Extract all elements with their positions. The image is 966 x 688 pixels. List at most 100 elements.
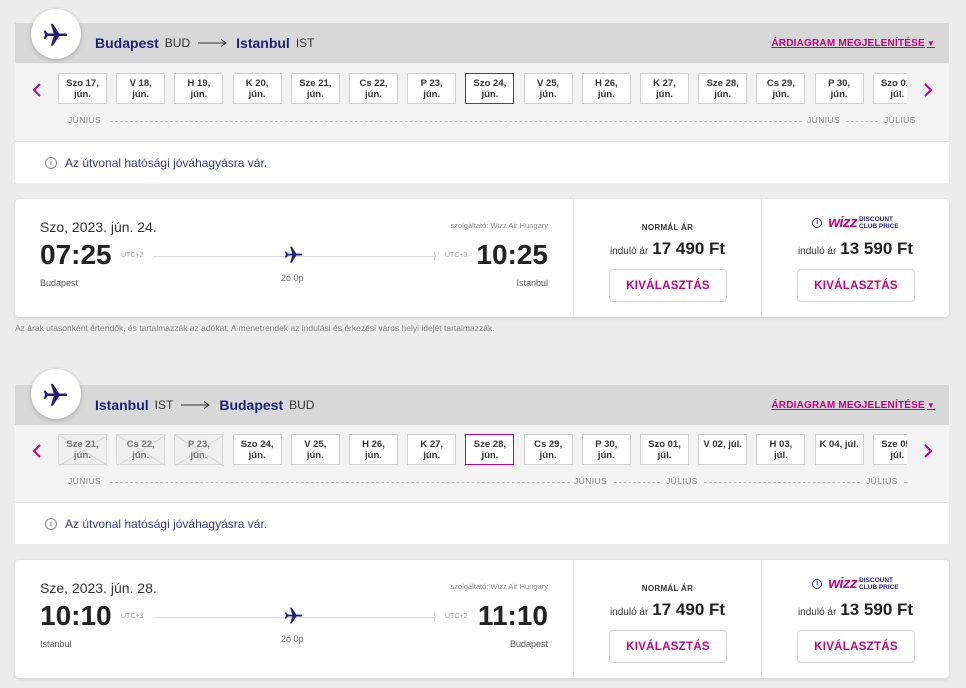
date-day: H 26, xyxy=(594,78,618,89)
date-option[interactable]: H 26, jún. xyxy=(349,434,398,465)
from-label: induló ár xyxy=(797,607,837,618)
plane-icon xyxy=(43,383,68,406)
date-option[interactable]: Szo 24, jún. xyxy=(232,434,282,465)
date-option[interactable]: Sze 21, jún. xyxy=(290,73,340,104)
date-option[interactable]: H 26, jún. xyxy=(581,73,631,104)
month-label: JÚNIUS xyxy=(574,476,608,486)
date-option[interactable]: P 30, jún. xyxy=(581,434,631,465)
select-normal-fare-button[interactable]: KIVÁLASZTÁS xyxy=(609,269,727,302)
info-icon: i xyxy=(45,517,57,530)
date-month: jún. xyxy=(365,450,382,461)
return-next-dates-button[interactable] xyxy=(918,437,938,465)
date-option[interactable]: Sze 05,júl. xyxy=(872,434,907,465)
month-divider xyxy=(110,482,570,483)
return-to-code: BUD xyxy=(289,398,315,412)
month-label: JÚLIUS xyxy=(866,476,898,486)
date-day: H 19, xyxy=(187,78,211,89)
select-club-fare-button[interactable]: KIVÁLASZTÁS xyxy=(797,630,915,663)
date-option[interactable]: V 18, jún. xyxy=(116,73,166,104)
date-month: júl. xyxy=(890,450,905,461)
return-date-strip: Sze 21, jún. Cs 22, jún. P 23, jún. Szo 24, jún… xyxy=(15,425,949,502)
month-label: JÚNIUS xyxy=(68,476,102,486)
notice-text: Az útvonal hatósági jóváhagyásra vár. xyxy=(65,155,268,170)
departure-city: Istanbul xyxy=(40,639,72,649)
date-option[interactable]: V 02, júl. xyxy=(698,434,748,465)
route-end-marker: ⟩ xyxy=(433,612,437,622)
return-notice: i Az útvonal hatósági jóváhagyásra vár. xyxy=(15,502,949,544)
date-month: jún. xyxy=(830,89,848,100)
date-option[interactable]: K 27, jún. xyxy=(640,73,689,104)
date-day: H 03, xyxy=(769,439,793,450)
date-option[interactable]: Cs 29, jún. xyxy=(523,434,573,465)
return-month-line: JÚNIUS JÚNIUS JÚLIUS JÚLIUS xyxy=(58,476,908,488)
select-club-fare-button[interactable]: KIVÁLASZTÁS xyxy=(797,269,915,302)
select-normal-fare-button[interactable]: KIVÁLASZTÁS xyxy=(609,630,727,663)
date-option[interactable]: H 03, júl. xyxy=(756,434,806,465)
outbound-price-chart-link[interactable]: ÁRDIAGRAM MEGJELENÍTÉSE ▼ xyxy=(771,23,935,63)
date-option[interactable]: P 30, jún. xyxy=(814,73,864,104)
date-option[interactable]: K 04, júl. xyxy=(814,434,864,465)
date-option[interactable]: K 27, jún. xyxy=(407,434,457,465)
month-divider xyxy=(704,482,860,483)
outbound-plane-badge xyxy=(31,9,81,59)
outbound-from-code: BUD xyxy=(164,36,191,50)
date-month: jún. xyxy=(132,89,150,100)
date-day: V 25, xyxy=(537,78,560,89)
flight-duration: 2ó 0p xyxy=(281,273,304,283)
date-option[interactable]: Szo 01,júl. xyxy=(872,73,907,104)
return-price-chart-link[interactable]: ÁRDIAGRAM MEGJELENÍTÉSE ▼ xyxy=(771,385,935,425)
date-month: jún. xyxy=(597,89,615,100)
normal-fare-price: induló ár 17 490 Ft xyxy=(574,600,761,620)
date-month: jún. xyxy=(539,450,557,461)
date-month: jún. xyxy=(423,450,441,461)
date-day: K 04, júl. xyxy=(819,439,859,450)
flight-info: Sze, 2023. jún. 28. szolgáltató: Wizz Ai… xyxy=(15,560,573,678)
departure-city: Budapest xyxy=(40,278,79,288)
date-option[interactable]: Cs 29, jún. xyxy=(756,73,806,104)
chevron-right-icon xyxy=(924,444,933,458)
route-end-marker: ⟩ xyxy=(433,251,437,261)
date-month: jún. xyxy=(597,450,615,461)
outbound-next-dates-button[interactable] xyxy=(918,76,938,104)
date-month: jún. xyxy=(74,89,91,100)
date-option[interactable]: Sze 28, jún. xyxy=(465,434,515,465)
date-day: K 27, xyxy=(653,78,676,89)
date-option[interactable]: Sze 28, jún. xyxy=(698,73,748,104)
date-day: P 30, xyxy=(595,439,618,450)
date-day: Szo 24, xyxy=(240,439,274,450)
date-option[interactable]: Cs 22, jún. xyxy=(349,73,398,104)
month-label: JÚLIUS xyxy=(884,115,916,125)
outbound-date-list: Szo 17, jún. V 18, jún. H 19, jún. K 20, jún. Sz… xyxy=(58,73,907,105)
date-day: V 18, xyxy=(129,78,152,89)
from-label: induló ár xyxy=(797,246,837,257)
date-option[interactable]: K 20, jún. xyxy=(232,73,282,104)
date-option[interactable]: V 25, jún. xyxy=(290,434,340,465)
normal-fare: NORMÁL ÁR induló ár 17 490 Ft KIVÁLASZTÁS xyxy=(573,560,761,678)
outbound-route-header: Budapest BUD Istanbul IST ÁRDIAGRAM MEGJ… xyxy=(15,23,949,63)
date-day: Szo 17, xyxy=(66,78,99,89)
date-day: K 20, xyxy=(245,78,269,89)
return-from-city: Istanbul xyxy=(95,397,149,413)
plane-icon xyxy=(283,604,305,631)
departure-utc: UTC+3 xyxy=(121,613,144,620)
chevron-left-icon xyxy=(32,83,41,97)
date-option[interactable]: P 23, jún. xyxy=(407,73,457,104)
date-option[interactable]: V 25, jún. xyxy=(523,73,573,104)
month-label: JÚNIUS xyxy=(807,115,841,125)
info-icon[interactable]: i xyxy=(812,218,823,228)
price-amount: 17 490 Ft xyxy=(652,239,726,258)
outbound-month-line: JÚNIUS JÚNIUS JÚLIUS xyxy=(58,115,915,127)
date-month: jún. xyxy=(714,89,732,100)
date-month: jún. xyxy=(306,450,324,461)
club-label-line: CLUB PRICE xyxy=(859,584,899,591)
date-option[interactable]: Szo 01,júl. xyxy=(640,434,689,465)
return-prev-dates-button[interactable] xyxy=(27,437,47,465)
date-day: Sze 28, xyxy=(706,78,739,89)
date-option[interactable]: Szo 17, jún. xyxy=(58,73,107,104)
date-option[interactable]: Szo 24, jún. xyxy=(465,73,515,104)
arrival-utc: UTC+3 xyxy=(445,252,468,259)
info-icon[interactable]: i xyxy=(812,579,823,589)
outbound-prev-dates-button[interactable] xyxy=(27,76,47,104)
outbound-to-city: Istanbul xyxy=(236,35,290,51)
date-option[interactable]: H 19, jún. xyxy=(174,73,224,104)
